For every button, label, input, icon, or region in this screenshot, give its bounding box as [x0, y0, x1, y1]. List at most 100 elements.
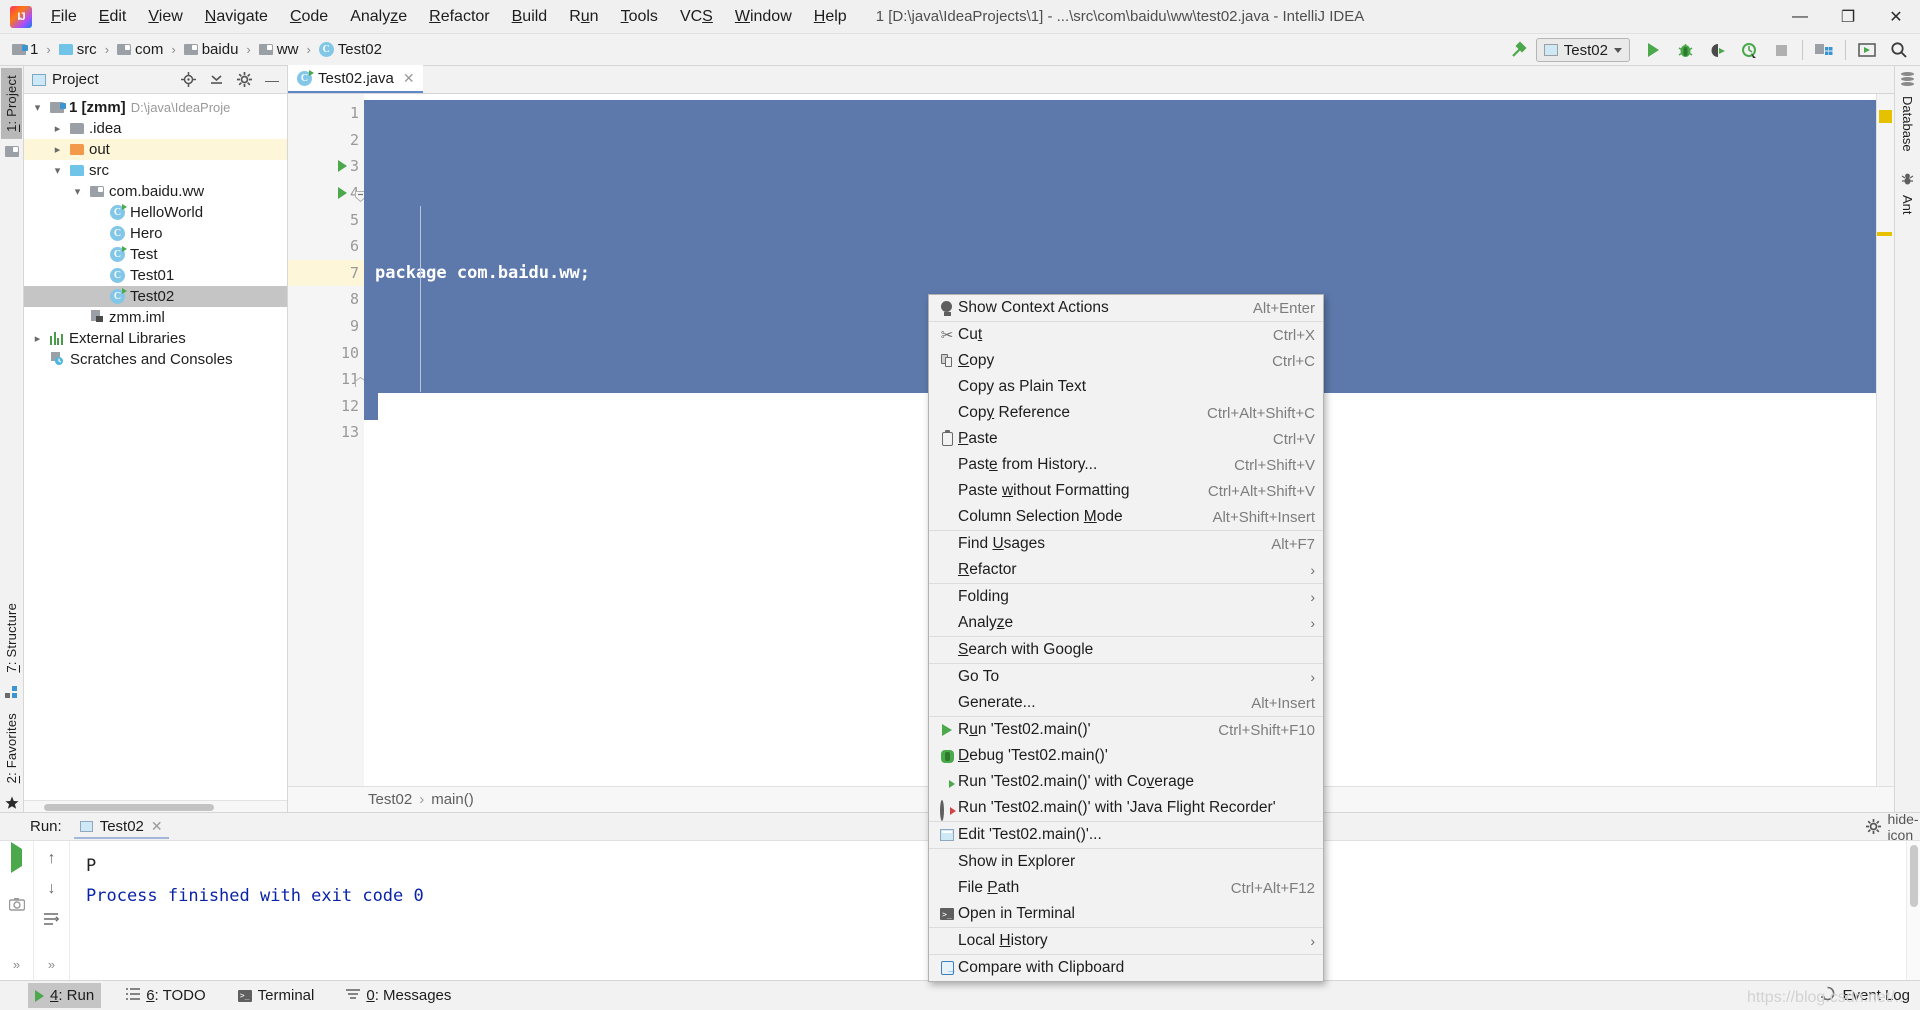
menu-item-local-history[interactable]: Local History ›	[929, 928, 1323, 954]
gutter-line[interactable]: 6	[288, 233, 364, 260]
gear-icon[interactable]	[1862, 816, 1884, 838]
status-tab-todo[interactable]: 6: TODO	[119, 983, 212, 1008]
sidebar-tab-project[interactable]: 1: Project	[1, 68, 22, 139]
menu-refactor[interactable]: Refactor	[418, 2, 500, 32]
update-project-icon[interactable]	[1852, 36, 1882, 64]
gutter-line[interactable]: 5	[288, 206, 364, 233]
tree-row-package[interactable]: ▾ com.baidu.ww	[24, 181, 287, 202]
chevron-right-icon[interactable]: ▸	[50, 122, 65, 135]
tree-row-scratches[interactable]: Scratches and Consoles	[24, 349, 287, 370]
project-tree-horizontal-scrollbar[interactable]	[24, 800, 287, 812]
tree-row-project[interactable]: ▾ 1 [zmm] D:\java\IdeaProje	[24, 97, 287, 118]
menu-item-copy[interactable]: Copy Ctrl+C	[929, 348, 1323, 374]
menu-item-go-to[interactable]: Go To ›	[929, 664, 1323, 690]
menu-item-column-selection-mode[interactable]: Column Selection Mode Alt+Shift+Insert	[929, 504, 1323, 530]
menu-code[interactable]: Code	[279, 2, 339, 32]
scroll-down-icon[interactable]: ↓	[48, 880, 56, 898]
menu-item-show-context-actions[interactable]: Show Context Actions Alt+Enter	[929, 295, 1323, 321]
editor-tab-test02[interactable]: C Test02.java ✕	[288, 65, 423, 93]
menu-edit[interactable]: Edit	[88, 2, 138, 32]
soft-wrap-icon[interactable]	[43, 912, 60, 931]
gutter-line[interactable]: 4	[288, 180, 366, 207]
menu-item-compare-with-clipboard[interactable]: Compare with Clipboard	[929, 955, 1323, 981]
menu-item-find-usages[interactable]: Find Usages Alt+F7	[929, 531, 1323, 557]
tree-row-test02[interactable]: C Test02	[24, 286, 287, 307]
menu-item-copy-reference[interactable]: Copy Reference Ctrl+Alt+Shift+C	[929, 400, 1323, 426]
tree-row-helloworld[interactable]: C HelloWorld	[24, 202, 287, 223]
warning-marker[interactable]	[1879, 110, 1892, 123]
editor-marker-column[interactable]	[1876, 94, 1894, 786]
locate-icon[interactable]	[177, 69, 199, 91]
screenshot-icon[interactable]	[8, 897, 25, 916]
gutter-line-current[interactable]: 7	[288, 259, 364, 287]
breadcrumb-item-test02[interactable]: C Test02	[315, 39, 386, 60]
menu-item-run-with-coverage[interactable]: Run 'Test02.main()' with Coverage	[929, 769, 1323, 795]
menu-item-show-in-explorer[interactable]: Show in Explorer	[929, 849, 1323, 875]
menu-item-search-with-google[interactable]: Search with Google	[929, 637, 1323, 663]
run-gutter-icon[interactable]	[338, 187, 347, 200]
menu-item-refactor[interactable]: Refactor ›	[929, 557, 1323, 583]
breadcrumb-item-com[interactable]: com	[113, 39, 167, 60]
chevron-down-icon[interactable]: ▾	[50, 164, 65, 177]
menu-item-copy-as-plain-text[interactable]: Copy as Plain Text	[929, 374, 1323, 400]
position-marker[interactable]	[1877, 232, 1892, 236]
chevron-down-icon[interactable]: ▾	[30, 101, 45, 114]
menu-item-file-path[interactable]: File Path Ctrl+Alt+F12	[929, 875, 1323, 901]
minimize-button[interactable]: —	[1776, 0, 1824, 34]
gutter-line[interactable]: 2	[288, 127, 364, 154]
menu-item-run-main[interactable]: Run 'Test02.main()' Ctrl+Shift+F10	[929, 717, 1323, 743]
breadcrumb-item-src[interactable]: src	[55, 39, 101, 60]
tree-row-out[interactable]: ▸ out	[24, 139, 287, 160]
sidebar-tab-favorites[interactable]: 2: Favorites	[1, 706, 22, 790]
console-vertical-scrollbar[interactable]	[1906, 841, 1920, 980]
scroll-up-icon[interactable]: ↑	[48, 850, 56, 868]
gutter-line[interactable]: 3	[288, 153, 364, 180]
chevron-down-icon[interactable]: ▾	[70, 185, 85, 198]
status-tab-run[interactable]: 4: Run	[28, 983, 102, 1008]
menu-help[interactable]: Help	[803, 2, 858, 32]
close-icon[interactable]: ✕	[151, 818, 163, 835]
tree-row-iml[interactable]: zmm.iml	[24, 307, 287, 328]
menu-navigate[interactable]: Navigate	[194, 2, 279, 32]
maximize-button[interactable]: ❐	[1824, 0, 1872, 34]
stop-icon[interactable]	[1766, 36, 1796, 64]
tree-row-external-libraries[interactable]: ▸ External Libraries	[24, 328, 287, 349]
hide-icon[interactable]: —	[261, 69, 283, 91]
menu-item-cut[interactable]: ✂ Cut Ctrl+X	[929, 322, 1323, 348]
search-everywhere-icon[interactable]	[1884, 36, 1914, 64]
hide-icon[interactable]: hide-icon	[1887, 811, 1918, 843]
menu-item-paste-without-formatting[interactable]: Paste without Formatting Ctrl+Alt+Shift+…	[929, 478, 1323, 504]
menu-item-run-with-jfr[interactable]: Run 'Test02.main()' with 'Java Flight Re…	[929, 795, 1323, 821]
chevron-right-icon[interactable]: ▸	[30, 332, 45, 345]
run-icon[interactable]	[1638, 36, 1668, 64]
profiler-icon[interactable]	[1734, 36, 1764, 64]
gutter-line[interactable]: 13	[288, 419, 364, 446]
rerun-icon[interactable]	[11, 842, 22, 873]
menu-item-edit-configuration[interactable]: Edit 'Test02.main()'...	[929, 822, 1323, 848]
run-tab-test02[interactable]: Test02 ✕	[73, 814, 169, 839]
breadcrumb-method[interactable]: main()	[431, 791, 474, 808]
sidebar-tab-structure[interactable]: 7: Structure	[1, 596, 22, 680]
menu-tools[interactable]: Tools	[610, 2, 669, 32]
menu-file[interactable]: File	[40, 2, 88, 32]
hammer-icon[interactable]	[1504, 36, 1534, 64]
gutter-line[interactable]: 10	[288, 339, 364, 366]
status-tab-messages[interactable]: 0: Messages	[339, 983, 458, 1008]
gutter-line[interactable]: 1	[288, 100, 364, 127]
close-icon[interactable]: ✕	[403, 70, 415, 87]
close-button[interactable]: ✕	[1872, 0, 1920, 34]
menu-item-generate[interactable]: Generate... Alt+Insert	[929, 690, 1323, 716]
project-structure-icon[interactable]	[1809, 36, 1839, 64]
menu-run[interactable]: Run	[558, 2, 609, 32]
settings-gear-icon[interactable]	[233, 69, 255, 91]
tree-row-test01[interactable]: C Test01	[24, 265, 287, 286]
breadcrumb-class[interactable]: Test02	[368, 791, 412, 808]
gutter-line[interactable]: 9	[288, 313, 364, 340]
gutter-line[interactable]: 8	[288, 286, 364, 313]
menu-item-debug-main[interactable]: Debug 'Test02.main()'	[929, 743, 1323, 769]
tree-row-src[interactable]: ▾ src	[24, 160, 287, 181]
sidebar-tab-ant[interactable]: Ant	[1897, 189, 1918, 221]
tree-row-idea[interactable]: ▸ .idea	[24, 118, 287, 139]
menu-analyze[interactable]: Analyze	[339, 2, 418, 32]
run-gutter-icon[interactable]	[338, 160, 347, 173]
